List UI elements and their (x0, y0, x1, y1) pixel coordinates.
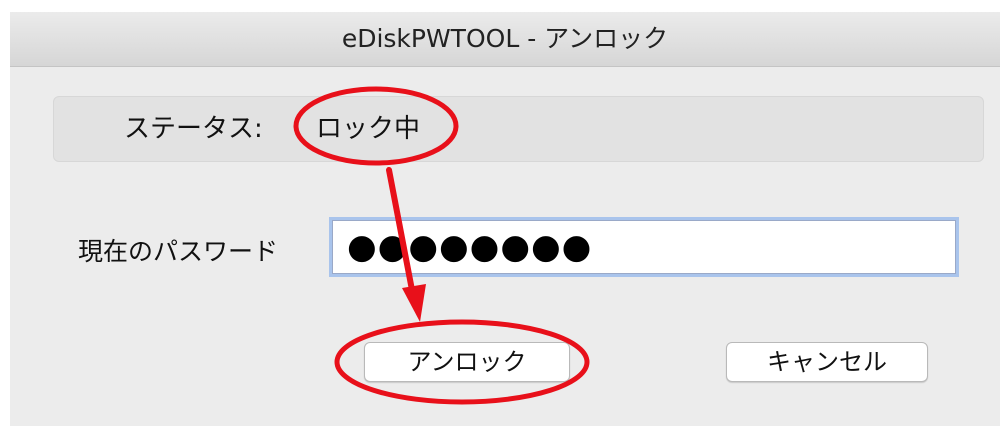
current-password-field[interactable]: ●●●●●●●● (332, 220, 956, 274)
current-password-label: 現在のパスワード (78, 237, 279, 266)
title-bar[interactable]: eDiskPWTOOL - アンロック (10, 12, 1000, 67)
status-panel: ステータス: ロック中 (53, 96, 984, 162)
window-title: eDiskPWTOOL - アンロック (341, 24, 669, 53)
screenshot-page: eDiskPWTOOL - アンロック ステータス: ロック中 現在のパスワード… (0, 0, 1000, 426)
unlock-button[interactable]: アンロック (364, 342, 570, 382)
unlock-dialog: eDiskPWTOOL - アンロック ステータス: ロック中 現在のパスワード… (10, 12, 1000, 426)
status-label: ステータス: (124, 114, 263, 144)
status-value: ロック中 (316, 114, 421, 144)
cancel-button[interactable]: キャンセル (726, 342, 928, 382)
